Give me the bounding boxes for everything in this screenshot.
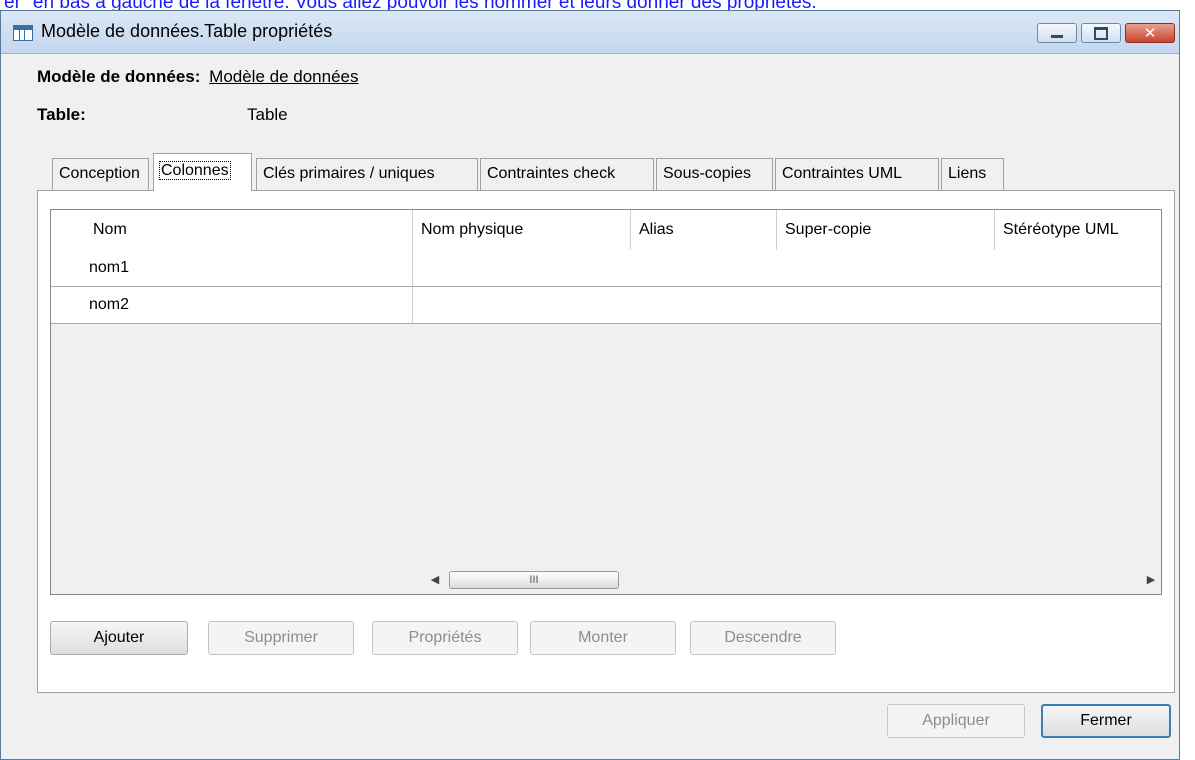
tab-sous-copies[interactable]: Sous-copies xyxy=(656,158,773,190)
delete-button[interactable]: Supprimer xyxy=(208,621,354,655)
window-title: Modèle de données.Table propriétés xyxy=(41,21,333,41)
close-button[interactable]: Fermer xyxy=(1041,704,1171,738)
tab-colonnes[interactable]: Colonnes xyxy=(153,153,252,191)
properties-button[interactable]: Propriétés xyxy=(372,621,518,655)
apply-button[interactable]: Appliquer xyxy=(887,704,1025,738)
column-header[interactable]: Nom physique xyxy=(413,210,631,250)
columns-panel: ⬍⁘ Nom Nom physique Alias Super-copie St… xyxy=(37,190,1175,693)
tab-label: Liens xyxy=(948,165,987,182)
close-window-button[interactable]: ✕ xyxy=(1125,23,1175,43)
maximize-icon xyxy=(1094,26,1108,40)
tab-liens[interactable]: Liens xyxy=(941,158,1004,190)
tab-label: Contraintes check xyxy=(487,165,616,182)
properties-dialog: Modèle de données.Table propriétés ✕ Mod… xyxy=(0,10,1180,760)
scroll-right-icon[interactable]: ▶ xyxy=(1139,568,1161,592)
model-link[interactable]: Modèle de données xyxy=(209,67,358,86)
columns-grid[interactable]: ⬍⁘ Nom Nom physique Alias Super-copie St… xyxy=(50,209,1162,595)
tab-label: Sous-copies xyxy=(663,165,752,182)
cell-nom[interactable]: nom1 xyxy=(85,250,413,286)
model-field: Modèle de données: Modèle de données xyxy=(37,67,359,87)
tab-label: Colonnes xyxy=(159,161,231,180)
cell-nom[interactable]: nom2 xyxy=(85,287,413,323)
scroll-thumb[interactable]: III xyxy=(449,571,619,589)
tab-contraintes-check[interactable]: Contraintes check xyxy=(480,158,654,190)
column-header[interactable]: Nom xyxy=(85,210,413,250)
scroll-left-icon[interactable]: ◀ xyxy=(423,568,447,592)
tab-label: Contraintes UML xyxy=(782,165,903,182)
column-header[interactable]: Alias xyxy=(631,210,777,250)
grid-header: ⬍⁘ Nom Nom physique Alias Super-copie St… xyxy=(51,210,1161,251)
minimize-button[interactable] xyxy=(1037,23,1077,43)
table-field: Table: xyxy=(37,105,86,125)
table-value: Table xyxy=(247,105,288,124)
horizontal-scrollbar[interactable]: ◀ III ▶ xyxy=(413,568,1161,592)
move-down-button[interactable]: Descendre xyxy=(690,621,836,655)
column-header[interactable]: Super-copie xyxy=(777,210,995,250)
table-label: Table: xyxy=(37,105,86,124)
model-label: Modèle de données: xyxy=(37,67,201,86)
table-icon xyxy=(13,25,33,41)
minimize-icon xyxy=(1051,34,1063,38)
column-header[interactable]: Stéréotype UML xyxy=(995,210,1161,250)
add-button[interactable]: Ajouter xyxy=(50,621,188,655)
tab-conception[interactable]: Conception xyxy=(52,158,149,190)
maximize-button[interactable] xyxy=(1081,23,1121,43)
tab-contraintes-uml[interactable]: Contraintes UML xyxy=(775,158,939,190)
table-row[interactable]: nom1 xyxy=(51,250,1161,287)
close-icon: ✕ xyxy=(1143,24,1157,42)
tab-label: Clés primaires / uniques xyxy=(263,165,435,182)
title-bar[interactable]: Modèle de données.Table propriétés ✕ xyxy=(1,11,1179,54)
move-up-button[interactable]: Monter xyxy=(530,621,676,655)
tab-cles-primaires[interactable]: Clés primaires / uniques xyxy=(256,158,478,190)
tab-label: Conception xyxy=(59,165,140,182)
table-row[interactable]: nom2 xyxy=(51,287,1161,324)
